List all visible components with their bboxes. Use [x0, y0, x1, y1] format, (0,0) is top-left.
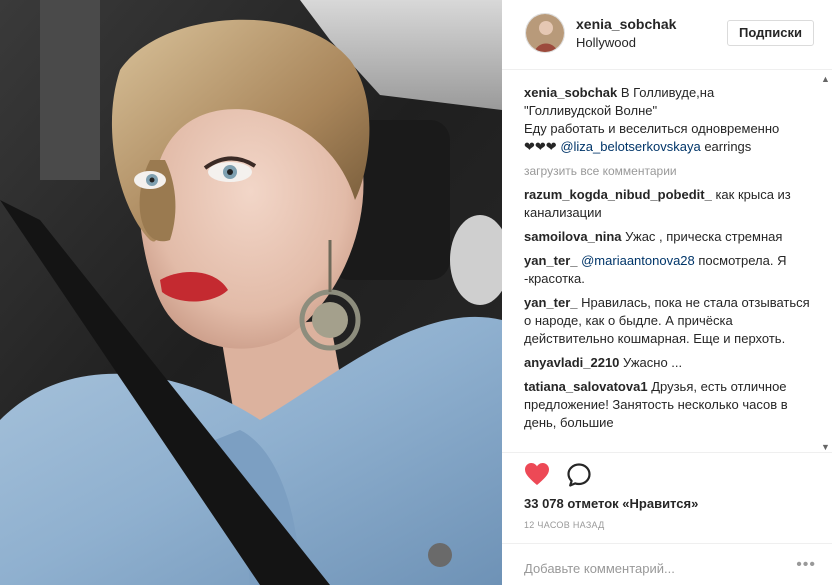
- comment-username[interactable]: samoilova_nina: [524, 229, 622, 244]
- post-header: xenia_sobchak Hollywood Подписки: [502, 0, 832, 70]
- divider: [502, 543, 832, 544]
- post-timestamp[interactable]: 12 ЧАСОВ НАЗАД: [524, 520, 605, 530]
- scroll-up-arrow-icon[interactable]: ▲: [821, 74, 830, 84]
- likes-count[interactable]: 33 078 отметок «Нравится»: [524, 496, 698, 511]
- caption-text-line1: В Голливуде,на: [620, 85, 715, 100]
- caption-tail: earrings: [704, 139, 752, 154]
- caption-text-line2: "Голливудской Волне": [524, 103, 658, 118]
- post-author-username[interactable]: xenia_sobchak: [576, 16, 676, 32]
- comment-icon[interactable]: [566, 462, 592, 493]
- scroll-down-arrow-icon[interactable]: ▼: [821, 442, 830, 452]
- comment-item: yan_ter_ @mariaantonova28 посмотрела. Я …: [524, 252, 814, 288]
- comment-item: tatiana_salovatova1 Друзья, есть отлично…: [524, 378, 814, 432]
- comment-username[interactable]: yan_ter_: [524, 295, 577, 310]
- load-all-comments-link[interactable]: загрузить все комментарии: [524, 162, 814, 180]
- comment-username[interactable]: tatiana_salovatova1: [524, 379, 648, 394]
- comment-text: Ужасно ...: [623, 355, 683, 370]
- post-photo[interactable]: [0, 0, 502, 585]
- caption-text-line3: Еду работать и веселиться одновременно: [524, 121, 780, 136]
- comment-text: Ужас , прическа стремная: [625, 229, 783, 244]
- heart-icon[interactable]: [524, 462, 550, 491]
- post-actions: [524, 460, 814, 488]
- following-button[interactable]: Подписки: [727, 20, 814, 46]
- post-details-panel: xenia_sobchak Hollywood Подписки xenia_s…: [502, 0, 832, 585]
- caption-username[interactable]: xenia_sobchak: [524, 85, 617, 100]
- comment-item: razum_kogda_nibud_pobedit_ как крыса из …: [524, 186, 814, 222]
- more-options-icon[interactable]: •••: [796, 556, 816, 574]
- comment-username[interactable]: anyavladi_2210: [524, 355, 619, 370]
- comments-scrollbar[interactable]: ▲ ▼: [818, 72, 832, 452]
- comment-username[interactable]: yan_ter_: [524, 253, 577, 268]
- comment-username[interactable]: razum_kogda_nibud_pobedit_: [524, 187, 712, 202]
- comment-mention[interactable]: @mariaantonova28: [581, 253, 695, 268]
- post-location[interactable]: Hollywood: [576, 35, 636, 50]
- comments-list: xenia_sobchak В Голливуде,на "Голливудск…: [524, 84, 814, 448]
- avatar[interactable]: [525, 13, 565, 53]
- caption: xenia_sobchak В Голливуде,на "Голливудск…: [524, 84, 814, 156]
- comment-item: samoilova_nina Ужас , прическа стремная: [524, 228, 814, 246]
- comment-item: yan_ter_ Нравилась, пока не стала отзыва…: [524, 294, 814, 348]
- comment-item: anyavladi_2210 Ужасно ...: [524, 354, 814, 372]
- caption-hearts: ❤❤❤: [524, 139, 557, 154]
- divider: [502, 452, 832, 453]
- add-comment-input[interactable]: Добавьте комментарий...: [524, 561, 675, 576]
- caption-mention[interactable]: @liza_belotserkovskaya: [560, 139, 700, 154]
